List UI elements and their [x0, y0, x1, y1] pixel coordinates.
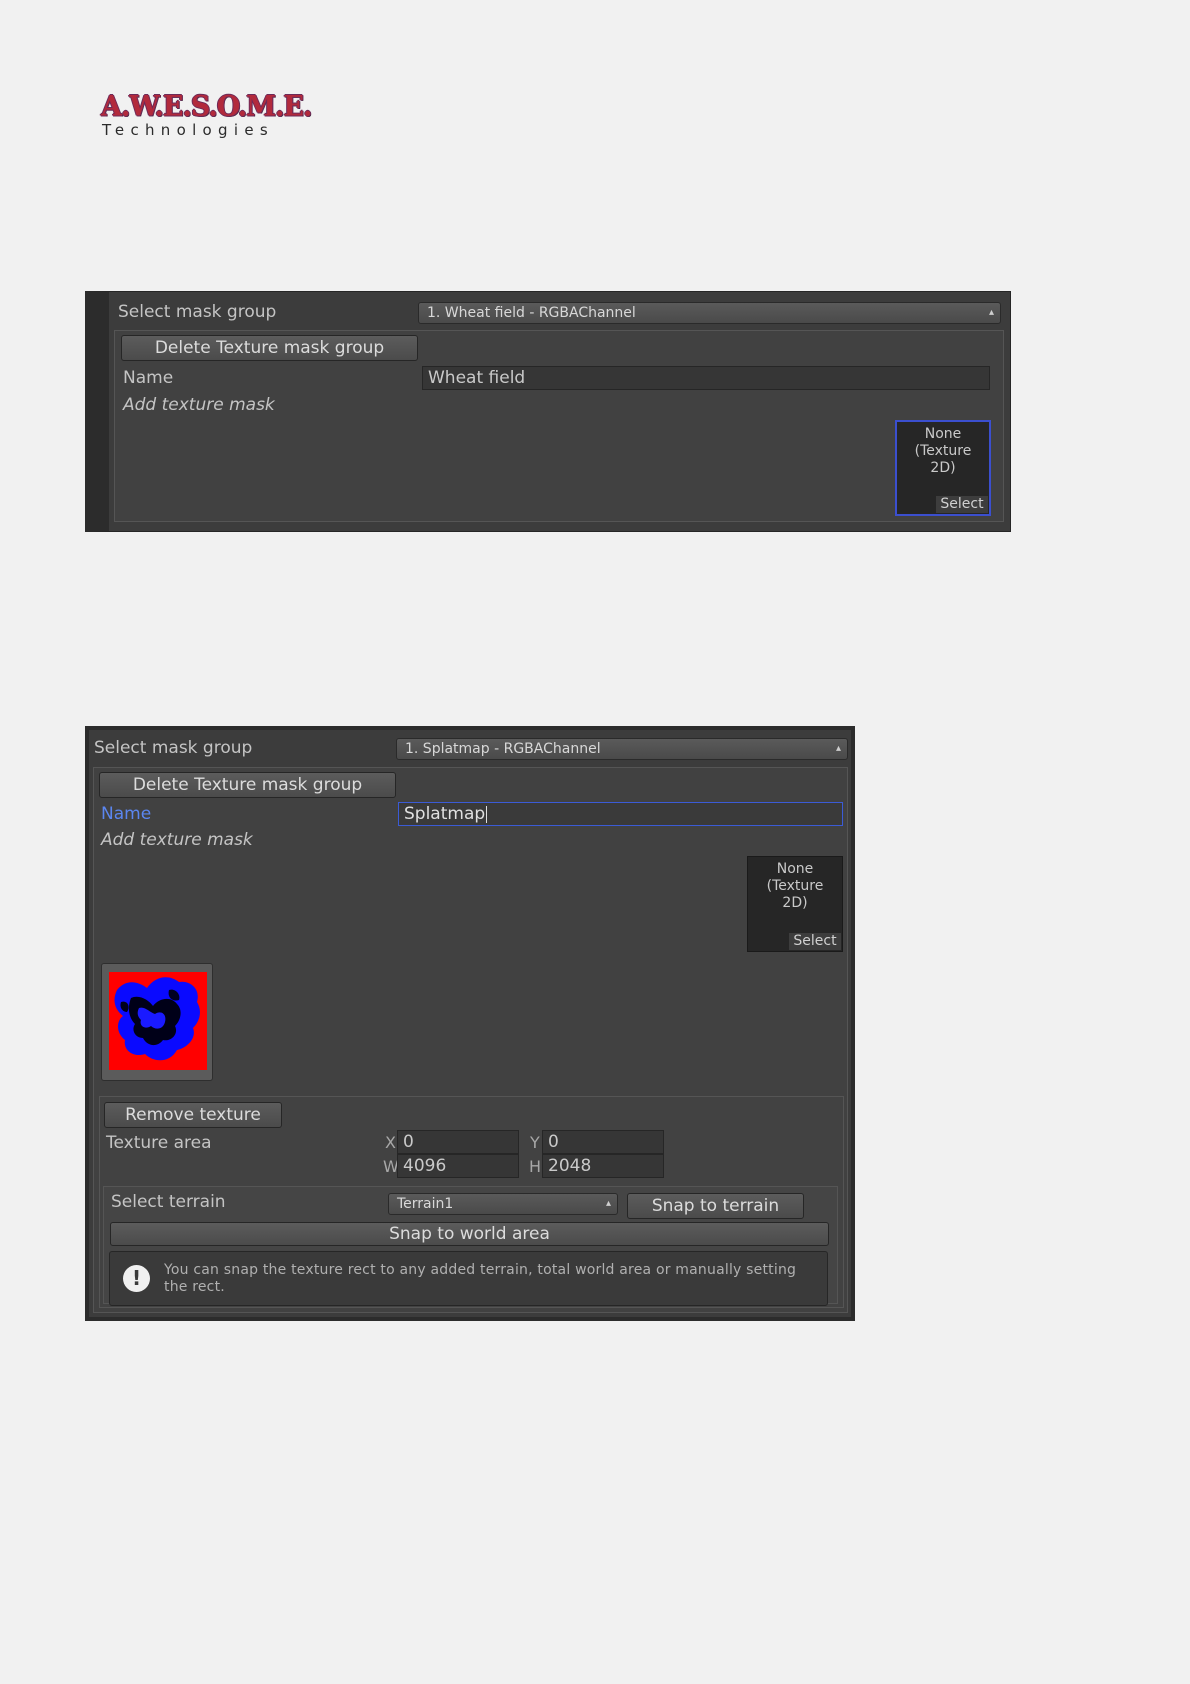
select-mask-group-label: Select mask group: [118, 302, 277, 322]
terrain-dropdown-value: Terrain1: [397, 1196, 454, 1212]
text-caret: [486, 805, 488, 823]
mask-group-dropdown[interactable]: 1. Splatmap - RGBAChannel ▴▾: [396, 738, 848, 760]
dropdown-arrows-icon: ▴▾: [988, 307, 994, 318]
texture-slot[interactable]: None (Texture 2D) Select: [895, 420, 991, 516]
texture-area-label: Texture area: [106, 1133, 212, 1153]
w-field[interactable]: 4096: [397, 1154, 519, 1178]
add-texture-mask-label: Add texture mask: [123, 395, 275, 415]
mask-group-dropdown[interactable]: 1. Wheat field - RGBAChannel ▴▾: [418, 302, 1001, 324]
h-label: H: [529, 1157, 542, 1176]
snap-to-world-area-button[interactable]: Snap to world area: [110, 1222, 829, 1246]
help-box: ! You can snap the texture rect to any a…: [109, 1251, 828, 1306]
texture-slot-type: (Texture: [766, 878, 824, 894]
mask-group-box: Delete Texture mask group Name Splatmap …: [93, 767, 848, 1313]
mask-group-dropdown-value: 1. Wheat field - RGBAChannel: [427, 305, 636, 321]
terrain-snap-box: Select terrain Terrain1 ▴▾ Snap to terra…: [103, 1186, 838, 1306]
select-terrain-label: Select terrain: [111, 1192, 226, 1212]
texture-slot[interactable]: None (Texture 2D) Select: [747, 856, 843, 952]
texture-settings-box: Remove texture Texture area X 0 Y 0 W 40…: [99, 1096, 844, 1308]
texture-slot-type2: 2D): [782, 895, 808, 911]
texture-slot-type: (Texture: [914, 443, 972, 459]
texture-thumbnail-frame[interactable]: [101, 963, 213, 1081]
select-mask-group-label: Select mask group: [94, 738, 253, 758]
logo-main-text: A.W.E.S.O.M.E.: [101, 90, 312, 123]
texture-select-button[interactable]: Select: [789, 933, 841, 950]
splatmap-texture-thumbnail: [109, 972, 207, 1070]
name-label: Name: [123, 368, 174, 388]
add-texture-mask-label: Add texture mask: [101, 830, 253, 850]
dropdown-arrows-icon: ▴▾: [605, 1198, 611, 1209]
y-label: Y: [530, 1133, 540, 1152]
h-field[interactable]: 2048: [542, 1154, 664, 1178]
name-field[interactable]: Wheat field: [422, 366, 990, 390]
terrain-dropdown[interactable]: Terrain1 ▴▾: [388, 1193, 618, 1215]
name-label: Name: [101, 804, 152, 824]
awesome-technologies-logo: A.W.E.S.O.M.E. Technologies: [101, 91, 312, 142]
x-label: X: [385, 1133, 396, 1152]
y-field[interactable]: 0: [542, 1130, 664, 1154]
name-field-text: Splatmap: [404, 804, 486, 824]
delete-texture-mask-group-button[interactable]: Delete Texture mask group: [121, 335, 418, 361]
mask-group-dropdown-value: 1. Splatmap - RGBAChannel: [405, 741, 601, 757]
mask-group-panel-splatmap: Select mask group 1. Splatmap - RGBAChan…: [85, 726, 855, 1321]
logo-sub-text: Technologies: [102, 121, 274, 139]
remove-texture-button[interactable]: Remove texture: [104, 1102, 282, 1128]
texture-slot-none: None: [924, 426, 962, 442]
delete-texture-mask-group-button[interactable]: Delete Texture mask group: [99, 772, 396, 798]
texture-slot-none: None: [776, 861, 814, 877]
mask-group-panel-wheat-field: Select mask group 1. Wheat field - RGBAC…: [85, 291, 1011, 532]
texture-select-button[interactable]: Select: [936, 496, 988, 513]
splatmap-texture-image: [109, 972, 207, 1070]
texture-slot-type2: 2D): [930, 460, 956, 476]
snap-to-terrain-button[interactable]: Snap to terrain: [627, 1193, 804, 1219]
help-text: You can snap the texture rect to any add…: [164, 1262, 797, 1295]
dropdown-arrows-icon: ▴▾: [835, 743, 841, 754]
exclamation-icon: !: [123, 1265, 150, 1292]
name-field[interactable]: Splatmap: [398, 802, 843, 826]
x-field[interactable]: 0: [397, 1130, 519, 1154]
mask-group-box: Delete Texture mask group Name Wheat fie…: [114, 330, 1004, 522]
